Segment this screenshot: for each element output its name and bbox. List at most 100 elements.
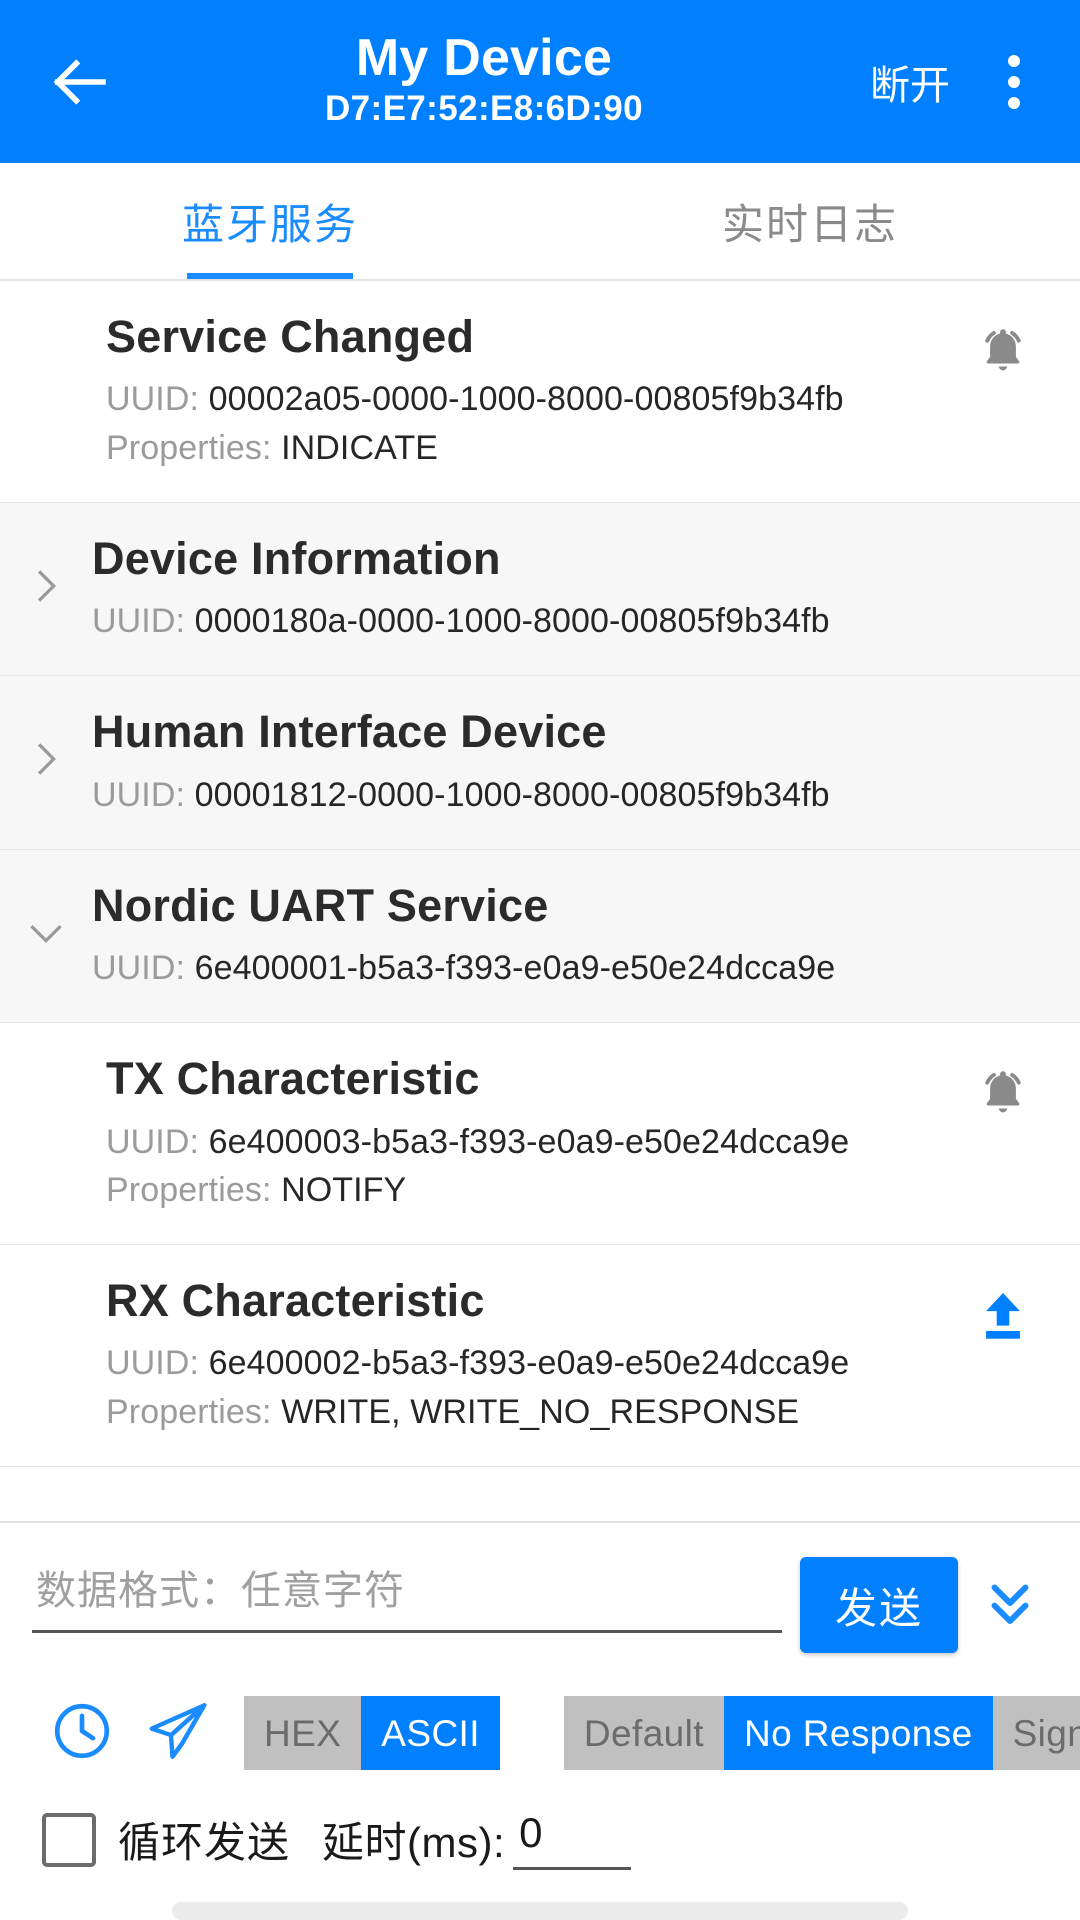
properties-label: Properties: — [106, 428, 272, 467]
gesture-nav-pill — [172, 1902, 908, 1920]
more-vertical-icon-dot-2 — [1008, 75, 1020, 88]
loop-send-checkbox[interactable] — [42, 1812, 96, 1867]
uuid-label: UUID: — [92, 602, 186, 641]
write-option-no-response[interactable]: No Response — [723, 1696, 993, 1770]
send-input-row: 发送 — [0, 1523, 1080, 1669]
characteristic-name: RX Characteristic — [106, 1275, 485, 1327]
service-uuid-line: UUID: 0000180a-0000-1000-8000-00805f9b34… — [92, 597, 1046, 645]
data-format-toggle-group: HEX ASCII — [244, 1696, 500, 1770]
bell-ring-icon — [972, 1063, 1034, 1130]
notify-toggle-button[interactable] — [960, 1053, 1046, 1139]
characteristic-properties-line: Properties: NOTIFY — [106, 1166, 946, 1214]
system-navigation-bar — [0, 1870, 1080, 1920]
more-vertical-icon-dot-1 — [1008, 54, 1020, 67]
characteristic-properties-line: Properties: WRITE, WRITE_NO_RESPONSE — [106, 1388, 946, 1436]
send-tools-row: HEX ASCII Default No Response Signed — [0, 1669, 1080, 1795]
collapse-service-button[interactable] — [0, 910, 92, 961]
data-input-wrapper — [32, 1557, 782, 1633]
paper-plane-icon — [143, 1696, 213, 1771]
expand-service-button[interactable] — [0, 563, 92, 614]
more-vertical-icon-dot-3 — [1008, 96, 1020, 109]
service-text-block: Nordic UART Service UUID: 6e400001-b5a3-… — [92, 878, 1046, 993]
list-item[interactable]: Service Changed UUID: 00002a05-0000-1000… — [0, 281, 1080, 503]
delay-label: 延时(ms): — [322, 1819, 506, 1866]
uuid-label: UUID: — [92, 775, 186, 814]
quick-send-button[interactable] — [130, 1685, 226, 1781]
uuid-value: 00001812-0000-1000-8000-00805f9b34fb — [194, 775, 830, 814]
format-option-ascii[interactable]: ASCII — [361, 1696, 500, 1770]
upload-icon — [974, 1287, 1032, 1350]
properties-value: NOTIFY — [281, 1170, 407, 1209]
service-name: Device Information — [92, 532, 501, 584]
service-text-block: Human Interface Device UUID: 00001812-00… — [92, 704, 1046, 819]
chevron-right-icon — [23, 736, 69, 787]
uuid-label: UUID: — [92, 949, 186, 988]
properties-value: INDICATE — [281, 428, 439, 467]
chevron-right-icon — [23, 563, 69, 614]
characteristic-text-block: RX Characteristic UUID: 6e400002-b5a3-f3… — [0, 1273, 946, 1436]
chevrons-down-icon — [979, 1572, 1041, 1639]
device-detail-screen: My Device D7:E7:52:E8:6D:90 断开 蓝牙服务 实时日志… — [0, 0, 1080, 1920]
expand-service-button[interactable] — [0, 736, 92, 787]
overflow-menu-button[interactable] — [982, 38, 1046, 126]
clock-icon — [49, 1698, 115, 1769]
write-button[interactable] — [960, 1275, 1046, 1361]
notify-toggle-button[interactable] — [960, 311, 1046, 397]
tab-bluetooth-services-label: 蓝牙服务 — [181, 200, 358, 248]
service-uuid-line: UUID: 6e400001-b5a3-f393-e0a9-e50e24dcca… — [92, 944, 1046, 992]
tab-bar: 蓝牙服务 实时日志 — [0, 163, 1080, 281]
service-uuid-line: UUID: 00001812-0000-1000-8000-00805f9b34… — [92, 771, 1046, 819]
list-item[interactable]: TX Characteristic UUID: 6e400003-b5a3-f3… — [0, 1023, 1080, 1246]
uuid-value: 6e400003-b5a3-f393-e0a9-e50e24dcca9e — [208, 1122, 850, 1161]
expand-panel-button[interactable] — [962, 1557, 1058, 1653]
history-button[interactable] — [34, 1685, 130, 1781]
uuid-label: UUID: — [106, 380, 200, 419]
characteristic-name: TX Characteristic — [106, 1053, 480, 1105]
list-item[interactable]: Human Interface Device UUID: 00001812-00… — [0, 676, 1080, 850]
format-option-hex[interactable]: HEX — [244, 1696, 362, 1770]
properties-label: Properties: — [106, 1170, 272, 1209]
back-button[interactable] — [40, 43, 118, 121]
page-title: My Device — [355, 28, 613, 87]
uuid-value: 6e400002-b5a3-f393-e0a9-e50e24dcca9e — [208, 1344, 850, 1383]
data-input[interactable] — [32, 1563, 782, 1633]
uuid-label: UUID: — [106, 1344, 200, 1383]
write-option-signed[interactable]: Signed — [992, 1696, 1080, 1770]
chevron-down-icon — [23, 910, 69, 961]
uuid-label: UUID: — [106, 1122, 200, 1161]
uuid-value: 00002a05-0000-1000-8000-00805f9b34fb — [208, 380, 844, 419]
arrow-left-icon — [47, 50, 111, 114]
loop-send-label: 循环发送 — [118, 1819, 291, 1866]
device-mac-address: D7:E7:52:E8:6D:90 — [324, 88, 644, 128]
service-text-block: Service Changed UUID: 00002a05-0000-1000… — [0, 309, 946, 472]
list-item[interactable]: Nordic UART Service UUID: 6e400001-b5a3-… — [0, 849, 1080, 1024]
appbar-titles: My Device D7:E7:52:E8:6D:90 — [108, 31, 860, 132]
bell-ring-icon — [972, 321, 1034, 388]
service-name: Human Interface Device — [92, 706, 607, 758]
disconnect-button[interactable]: 断开 — [860, 41, 960, 123]
service-uuid-line: UUID: 00002a05-0000-1000-8000-00805f9b34… — [106, 375, 946, 423]
tab-bluetooth-services[interactable]: 蓝牙服务 — [0, 163, 540, 279]
service-name: Service Changed — [106, 311, 475, 362]
uuid-value: 0000180a-0000-1000-8000-00805f9b34fb — [194, 602, 830, 641]
write-type-toggle-group: Default No Response Signed — [563, 1696, 1080, 1770]
service-text-block: Device Information UUID: 0000180a-0000-1… — [92, 531, 1046, 646]
loop-send-row: 循环发送 延时(ms): — [0, 1795, 1080, 1870]
properties-value: WRITE, WRITE_NO_RESPONSE — [281, 1392, 800, 1431]
delay-input[interactable] — [513, 1809, 632, 1870]
list-item[interactable]: Device Information UUID: 0000180a-0000-1… — [0, 502, 1080, 677]
characteristic-uuid-line: UUID: 6e400003-b5a3-f393-e0a9-e50e24dcca… — [106, 1118, 946, 1166]
service-list: Service Changed UUID: 00002a05-0000-1000… — [0, 281, 1080, 1521]
app-bar: My Device D7:E7:52:E8:6D:90 断开 — [0, 0, 1080, 163]
uuid-value: 6e400001-b5a3-f393-e0a9-e50e24dcca9e — [194, 949, 836, 988]
write-option-default[interactable]: Default — [563, 1696, 724, 1770]
service-name: Nordic UART Service — [92, 879, 549, 931]
properties-label: Properties: — [106, 1392, 272, 1431]
characteristic-uuid-line: UUID: 6e400002-b5a3-f393-e0a9-e50e24dcca… — [106, 1339, 946, 1387]
tab-realtime-log-label: 实时日志 — [721, 200, 898, 248]
tab-realtime-log[interactable]: 实时日志 — [540, 163, 1080, 279]
send-panel: 发送 — [0, 1521, 1080, 1870]
list-item[interactable]: RX Characteristic UUID: 6e400002-b5a3-f3… — [0, 1245, 1080, 1467]
send-button[interactable]: 发送 — [800, 1557, 958, 1653]
characteristic-text-block: TX Characteristic UUID: 6e400003-b5a3-f3… — [0, 1051, 946, 1214]
